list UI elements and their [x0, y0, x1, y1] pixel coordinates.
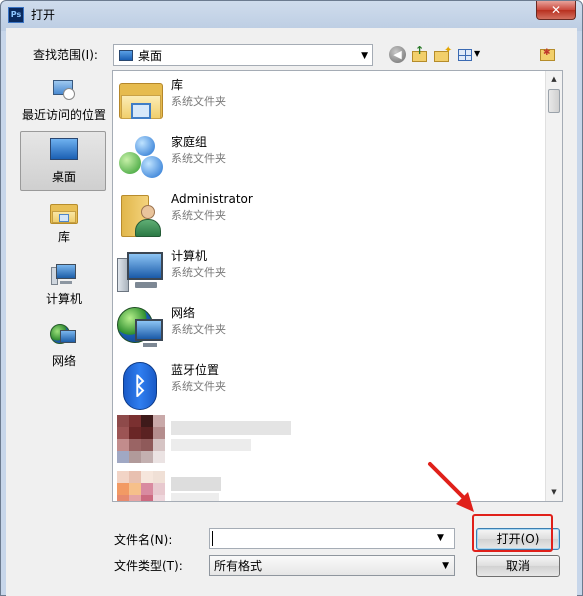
filename-input[interactable] — [209, 528, 455, 549]
photoshop-app-icon: Ps — [8, 7, 24, 23]
homegroup-icon — [117, 134, 165, 182]
item-name: 计算机 — [171, 249, 208, 263]
back-button[interactable]: ◀ — [388, 45, 408, 65]
desktop-icon — [119, 50, 133, 61]
chevron-down-icon: ▼ — [474, 49, 481, 58]
item-type: 系统文件夹 — [171, 95, 226, 108]
place-label: 最近访问的位置 — [21, 108, 106, 122]
obscured-text — [171, 477, 221, 491]
recent-places-icon — [51, 78, 77, 102]
dialog-title: 打开 — [31, 8, 56, 22]
item-type: 系统文件夹 — [171, 323, 226, 336]
place-libraries[interactable]: 库 — [16, 198, 112, 248]
place-desktop[interactable]: 桌面 — [20, 131, 106, 191]
filetype-label: 文件类型(T): — [114, 559, 183, 573]
star-icon: ✱ — [543, 48, 551, 58]
filetype-value: 所有格式 — [214, 559, 263, 573]
libraries-icon — [50, 200, 78, 224]
places-bar: 最近访问的位置 桌面 库 计算机 网络 — [16, 70, 112, 380]
computer-icon — [117, 248, 165, 296]
desktop-icon — [50, 138, 78, 160]
computer-icon — [50, 262, 78, 288]
list-item[interactable]: 家庭组 系统文件夹 — [113, 130, 543, 186]
new-folder-button[interactable]: ✦ — [433, 45, 453, 65]
libraries-icon — [117, 77, 165, 125]
place-network[interactable]: 网络 — [16, 322, 112, 372]
up-folder-button[interactable]: ↑ — [410, 44, 430, 65]
close-button[interactable]: ✕ — [536, 1, 576, 20]
item-name: 家庭组 — [171, 135, 208, 149]
favorite-folder-button[interactable]: ✱ — [539, 45, 559, 65]
obscured-text — [171, 439, 251, 451]
filename-label: 文件名(N): — [114, 533, 173, 547]
item-type: 系统文件夹 — [171, 152, 226, 165]
annotation-arrow-icon — [428, 462, 474, 512]
user-folder-icon — [117, 191, 165, 239]
obscured-file-icon — [117, 471, 165, 501]
scroll-down-arrow-icon[interactable]: ▼ — [546, 484, 562, 501]
dialog-body: 查找范围(I): 桌面 ▼ ◀ ↑ ✦ ▼ ✱ 最近访问的位置 桌面 库 计算机… — [6, 28, 577, 596]
chevron-down-icon: ▼ — [361, 51, 368, 61]
list-item[interactable]: 网络 系统文件夹 — [113, 301, 543, 357]
text-caret — [212, 531, 213, 546]
list-item[interactable]: ᛒ 蓝牙位置 系统文件夹 — [113, 358, 543, 414]
scroll-thumb[interactable] — [548, 89, 560, 113]
view-menu-button[interactable]: ▼ — [456, 45, 484, 65]
item-name: Administrator — [171, 192, 253, 206]
obscured-text — [171, 493, 219, 501]
chevron-down-icon[interactable]: ▼ — [437, 532, 444, 544]
place-label: 网络 — [51, 354, 76, 368]
list-item[interactable]: 计算机 系统文件夹 — [113, 244, 543, 300]
back-arrow-icon: ◀ — [389, 46, 406, 63]
item-type: 系统文件夹 — [171, 266, 226, 279]
title-bar[interactable]: Ps 打开 ✕ — [1, 1, 583, 29]
network-icon — [50, 324, 78, 350]
view-grid-icon — [458, 49, 472, 61]
annotation-highlight-box — [472, 514, 553, 552]
place-recent[interactable]: 最近访问的位置 — [16, 74, 112, 126]
chevron-down-icon: ▼ — [442, 561, 449, 571]
place-label: 桌面 — [51, 170, 76, 184]
network-icon — [117, 305, 165, 353]
place-label: 库 — [57, 230, 70, 244]
up-arrow-icon: ↑ — [415, 44, 425, 57]
vertical-scrollbar[interactable]: ▲ ▼ — [545, 71, 562, 501]
item-name: 蓝牙位置 — [171, 363, 220, 377]
list-item[interactable]: Administrator 系统文件夹 — [113, 187, 543, 243]
sparkle-icon: ✦ — [444, 45, 453, 56]
obscured-text — [171, 421, 291, 435]
cancel-button[interactable]: 取消 — [476, 555, 560, 577]
file-list[interactable]: 库 系统文件夹 家庭组 系统文件夹 Administrator 系统文件夹 计算… — [112, 70, 563, 502]
item-type: 系统文件夹 — [171, 380, 226, 393]
item-type: 系统文件夹 — [171, 209, 226, 222]
obscured-file-icon — [117, 415, 165, 463]
look-in-value: 桌面 — [138, 49, 163, 63]
place-label: 计算机 — [45, 292, 82, 306]
scroll-up-arrow-icon[interactable]: ▲ — [546, 71, 562, 88]
filetype-dropdown[interactable]: 所有格式 ▼ — [209, 555, 455, 576]
look-in-dropdown[interactable]: 桌面 ▼ — [113, 44, 373, 66]
bluetooth-icon: ᛒ — [117, 362, 165, 410]
item-name: 库 — [171, 78, 184, 92]
place-computer[interactable]: 计算机 — [16, 260, 112, 310]
item-name: 网络 — [171, 306, 196, 320]
list-item[interactable]: 库 系统文件夹 — [113, 73, 543, 129]
look-in-label: 查找范围(I): — [33, 48, 98, 62]
